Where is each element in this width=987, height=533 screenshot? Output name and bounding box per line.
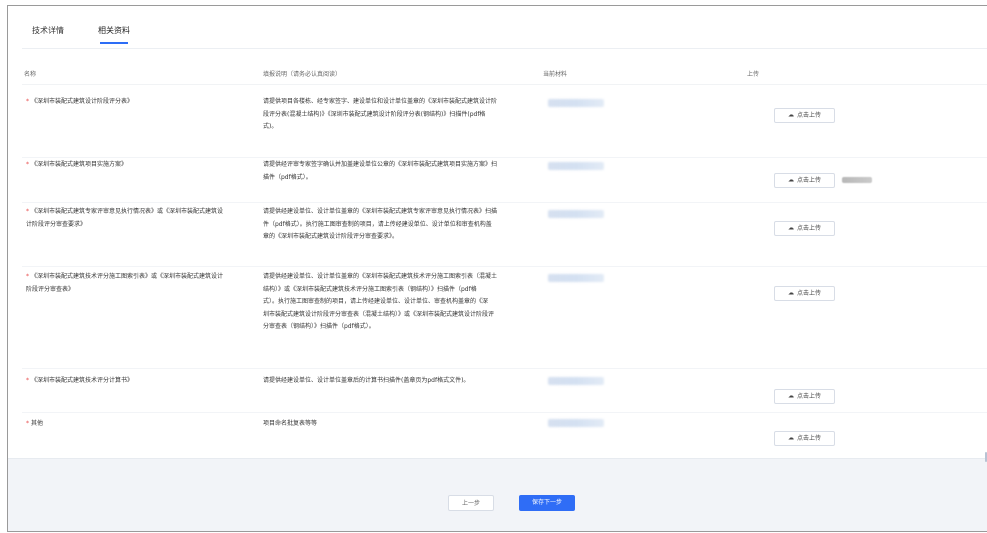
description-line: 请提供经评审专家签字确认并加盖建设单位公章的《深圳市装配式建筑项目实施方案》扫 — [263, 161, 498, 168]
upload-label: 点击上传 — [796, 290, 821, 297]
description-line: 式）。执行施工图审查制的项目，请上传经建设单位、设计单位、审查机构盖章的《深 — [263, 298, 489, 306]
upload-label: 点击上传 — [796, 112, 821, 119]
header-description: 填报说明（请务必认真阅读） — [263, 71, 342, 78]
upload-button[interactable]: ☁ 点击上传 — [774, 221, 835, 236]
upload-label: 点击上传 — [796, 393, 821, 400]
required-mark: * — [26, 208, 29, 215]
cloud-upload-icon: ☁ — [787, 111, 794, 119]
current-material-redacted — [548, 377, 604, 385]
row-name-text: 《深圳市装配式建筑项目实施方案》 — [31, 161, 128, 168]
upload-label: 点击上传 — [796, 177, 821, 184]
row-name: * 其他 — [26, 418, 258, 431]
current-material-redacted — [548, 210, 604, 218]
row-description: 请提供经建设单位、设计单位盖章的《深圳市装配式建筑技术评分施工图索引表（混凝土 … — [263, 271, 563, 334]
tab-divider — [22, 48, 987, 49]
row-name-line: 阶段评分审查表》 — [26, 285, 75, 293]
table-row: * 《深圳市装配式建筑专家评审意见执行情况表》或《深圳市装配式建筑设 计阶段评分审… — [8, 206, 987, 262]
table-row: * 《深圳市装配式建筑技术评分计算书》 请提供经建设单位、设计单位盖章后的计算书扫… — [8, 375, 987, 409]
row-name-line: 《深圳市装配式建筑专家评审意见执行情况表》或《深圳市装配式建筑设 — [31, 208, 224, 215]
upload-label: 点击上传 — [796, 225, 821, 232]
upload-button[interactable]: ☁ 点击上传 — [774, 173, 835, 188]
uploaded-file-redacted — [842, 177, 872, 183]
table-header: 名称 填报说明（请务必认真阅读） 当前材料 上传 — [8, 69, 987, 83]
required-mark: * — [26, 98, 29, 105]
tab-related-materials[interactable]: 相关资料 — [98, 24, 130, 44]
description-line: 式)。 — [263, 123, 278, 131]
required-mark: * — [26, 161, 29, 168]
upload-label: 点击上传 — [796, 435, 821, 442]
required-mark: * — [26, 420, 29, 427]
table-header-divider — [22, 84, 987, 85]
cloud-upload-icon: ☁ — [787, 392, 794, 400]
header-current-material: 当前材料 — [543, 71, 568, 78]
required-mark: * — [26, 273, 29, 280]
row-description: 请提供经评审专家签字确认并加盖建设单位公章的《深圳市装配式建筑项目实施方案》扫 … — [263, 159, 563, 184]
header-upload: 上传 — [747, 71, 760, 78]
upload-button[interactable]: ☁ 点击上传 — [774, 108, 835, 123]
row-name: * 《深圳市装配式建筑技术评分计算书》 — [26, 375, 258, 388]
description-line: 件（pdf格式）。执行施工图审查制的项目，请上传经建设单位、设计单位和审查机构盖 — [263, 220, 492, 228]
row-description: 请提供经建设单位、设计单位盖章的《深圳市装配式建筑专家评审意见执行情况表》扫描 … — [263, 206, 563, 244]
row-name-text: 其他 — [31, 420, 44, 427]
description-line: 项目命名批复表等等 — [263, 420, 318, 427]
description-line: 请提供经建设单位、设计单位盖章的《深圳市装配式建筑专家评审意见执行情况表》扫描 — [263, 208, 498, 215]
table-row: * 《深圳市装配式建筑设计阶段评分表》 请提供项目各楼栋、经专家签字、建设单位和设… — [8, 96, 987, 154]
current-material-redacted — [548, 274, 604, 282]
row-divider — [22, 202, 987, 203]
description-line: 章的《深圳市装配式建筑设计阶段评分审查要求》。 — [263, 233, 399, 241]
description-line: 请提供经建设单位、设计单位盖章后的计算书扫描件(盖章页为pdf格式文件)。 — [263, 377, 470, 384]
required-mark: * — [26, 377, 29, 384]
row-description: 请提供项目各楼栋、经专家签字、建设单位和设计单位盖章的《深圳市装配式建筑设计阶 … — [263, 96, 563, 134]
upload-button[interactable]: ☁ 点击上传 — [774, 286, 835, 301]
cloud-upload-icon: ☁ — [787, 289, 794, 297]
row-name-line: 《深圳市装配式建筑技术评分施工图索引表》或《深圳市装配式建筑设计 — [31, 273, 224, 280]
upload-button[interactable]: ☁ 点击上传 — [774, 389, 835, 404]
row-name-text: 《深圳市装配式建筑技术评分计算书》 — [31, 377, 134, 384]
current-material-redacted — [548, 162, 604, 170]
row-name: * 《深圳市装配式建筑专家评审意见执行情况表》或《深圳市装配式建筑设 计阶段评分审… — [26, 206, 258, 231]
row-description: 请提供经建设单位、设计单位盖章后的计算书扫描件(盖章页为pdf格式文件)。 — [263, 375, 563, 388]
description-line: 段评分表(混凝土结构)》《深圳市装配式建筑设计阶段评分表(钢结构)》扫描件(pd… — [263, 110, 486, 118]
description-line: 圳市装配式建筑设计阶段评分审查表（混凝土结构）》或《深圳市装配式建筑设计阶段评 — [263, 310, 495, 318]
row-divider — [22, 368, 987, 369]
row-name-line: 计阶段评分审查要求》 — [26, 220, 87, 228]
table-row: * 其他 项目命名批复表等等 ☁ 点击上传 — [8, 418, 987, 452]
row-name-text: 《深圳市装配式建筑设计阶段评分表》 — [31, 98, 134, 105]
cloud-upload-icon: ☁ — [787, 224, 794, 232]
upload-button[interactable]: ☁ 点击上传 — [774, 431, 835, 446]
tab-bar: 技术详情 相关资料 — [32, 24, 130, 48]
page-frame: 技术详情 相关资料 名称 填报说明（请务必认真阅读） 当前材料 上传 * 《深圳市… — [7, 5, 987, 532]
table-row: * 《深圳市装配式建筑项目实施方案》 请提供经评审专家签字确认并加盖建设单位公章的… — [8, 159, 987, 197]
header-name: 名称 — [24, 71, 37, 78]
current-material-redacted — [548, 419, 604, 427]
row-divider — [22, 266, 987, 267]
save-next-button[interactable]: 保存下一步 — [519, 495, 575, 511]
tab-technical-details[interactable]: 技术详情 — [32, 24, 64, 44]
row-divider — [22, 157, 987, 158]
row-name: * 《深圳市装配式建筑技术评分施工图索引表》或《深圳市装配式建筑设计 阶段评分审查… — [26, 271, 258, 296]
cloud-upload-icon: ☁ — [787, 434, 794, 442]
footer-actions: 上一步 保存下一步 — [448, 495, 575, 511]
row-name: * 《深圳市装配式建筑设计阶段评分表》 — [26, 96, 258, 109]
row-divider — [22, 412, 987, 413]
table-row: * 《深圳市装配式建筑技术评分施工图索引表》或《深圳市装配式建筑设计 阶段评分审查… — [8, 271, 987, 363]
description-line: 请提供项目各楼栋、经专家签字、建设单位和设计单位盖章的《深圳市装配式建筑设计阶 — [263, 98, 498, 105]
previous-step-button[interactable]: 上一步 — [448, 495, 494, 511]
cloud-upload-icon: ☁ — [787, 176, 794, 184]
current-material-redacted — [548, 99, 604, 107]
row-description: 项目命名批复表等等 — [263, 418, 563, 431]
description-line: 分审查表（钢结构）》扫描件（pdf格式）。 — [263, 323, 375, 331]
description-line: 请提供经建设单位、设计单位盖章的《深圳市装配式建筑技术评分施工图索引表（混凝土 — [263, 273, 498, 280]
description-line: 结构）》或《深圳市装配式建筑技术评分施工图索引表（钢结构）》扫描件（pdf格 — [263, 285, 477, 293]
description-line: 描件（pdf格式）。 — [263, 173, 312, 181]
row-name: * 《深圳市装配式建筑项目实施方案》 — [26, 159, 258, 172]
